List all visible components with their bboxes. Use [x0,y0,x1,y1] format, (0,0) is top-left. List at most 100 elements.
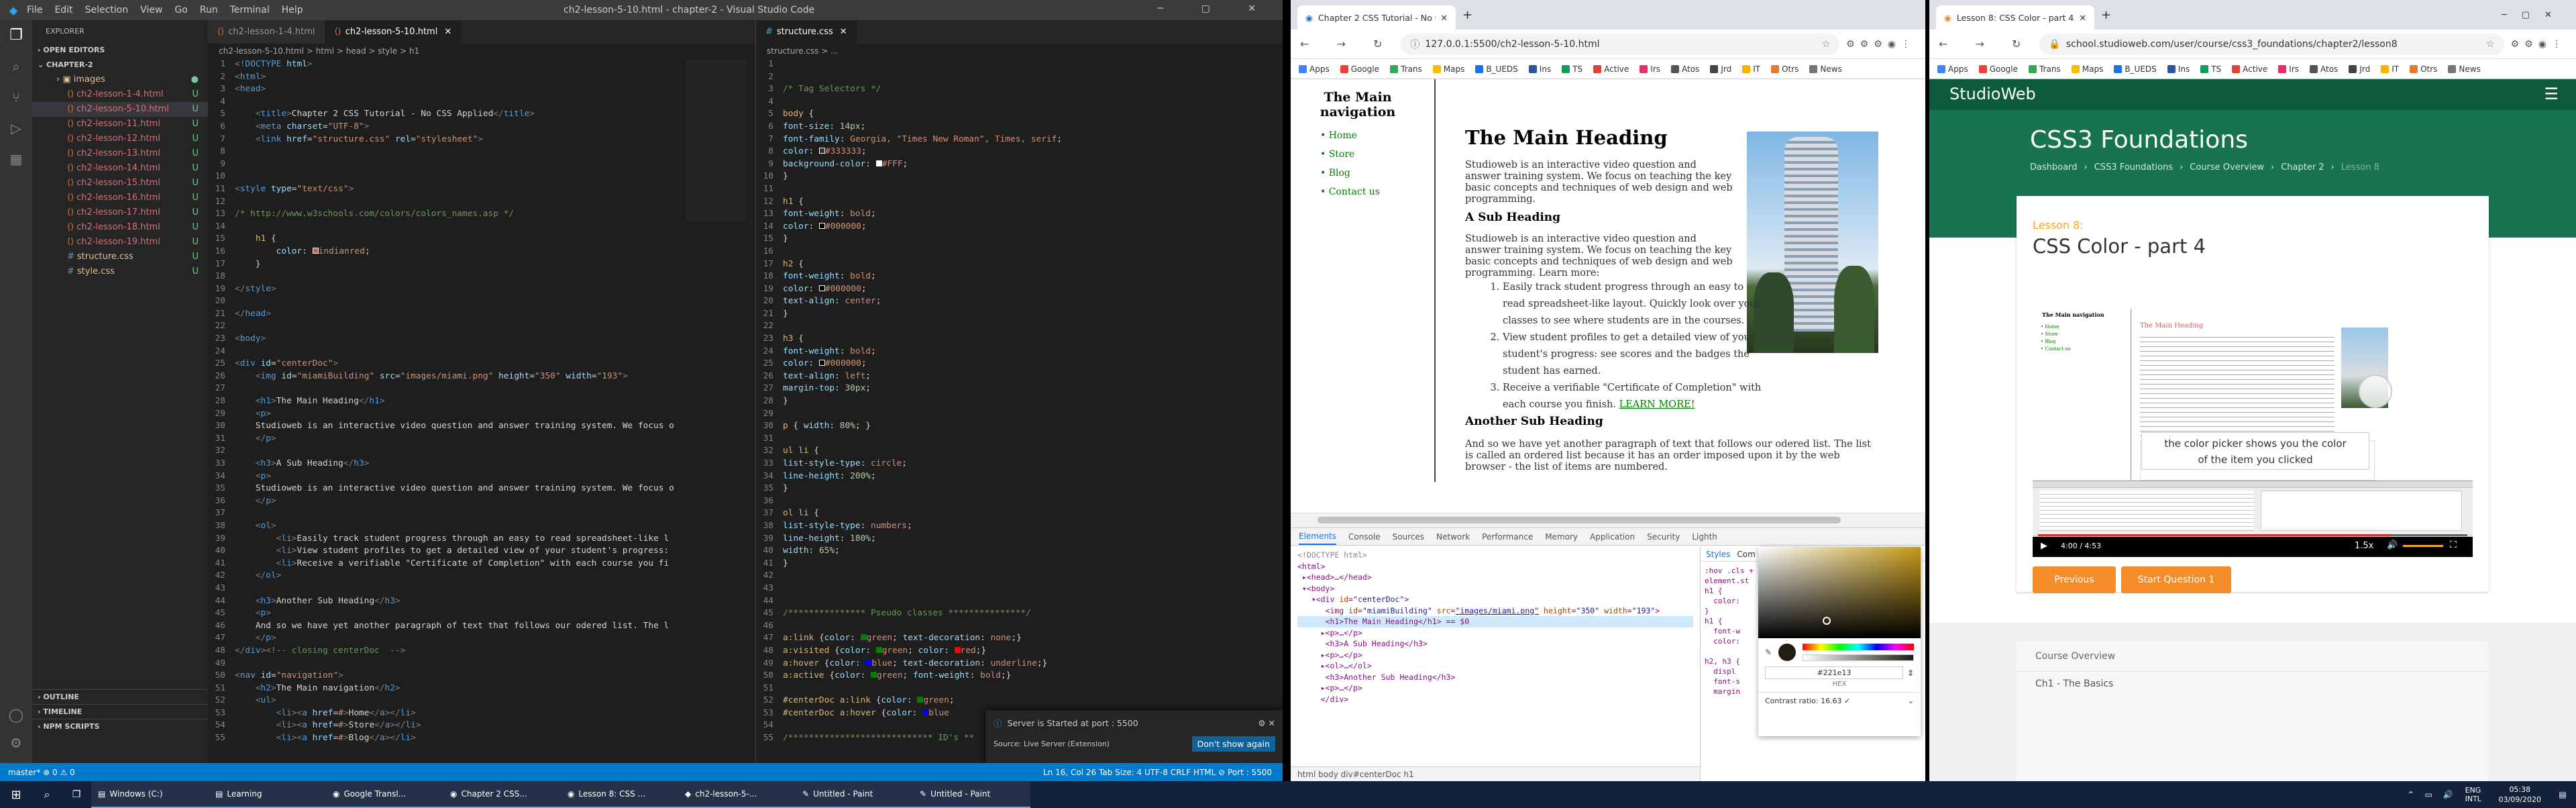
breadcrumb-right[interactable]: structure.css > ... [756,44,1283,58]
start-question-button[interactable]: Start Question 1 [2121,566,2231,593]
taskbar-item[interactable]: ▤ Windows (C:) [91,781,209,808]
fullscreen-icon[interactable]: ⛶ [2450,540,2457,550]
notification-gear-icon[interactable]: ⚙ ✕ [1258,718,1275,728]
folder-section[interactable]: ⌄ CHAPTER-2 [32,58,208,72]
bookmark-atos[interactable]: Atos [1671,64,1699,74]
elements-tree[interactable]: <!DOCTYPE html> <html> ▸<head>…</head> ▾… [1291,547,1700,748]
nav-link-blog[interactable]: • Blog [1291,164,1432,183]
devtools-tab-elements[interactable]: Elements [1299,529,1336,545]
bookmark-atos[interactable]: Atos [2310,64,2338,74]
menu-file[interactable]: File [27,5,42,15]
nav-link-store[interactable]: • Store [1291,145,1432,164]
bookmark-news[interactable]: News [2448,64,2481,74]
bookmark-irs[interactable]: Irs [1640,64,1660,74]
devtools-tab-console[interactable]: Console [1348,532,1381,542]
file-item[interactable]: ⟨⟩ ch2-lesson-16.html U [32,191,208,205]
new-tab-button[interactable]: + [2101,8,2111,22]
bookmark-star-icon[interactable]: ☆ [1822,39,1831,50]
open-editors-section[interactable]: › OPEN EDITORS [32,43,208,58]
menu-edit[interactable]: Edit [54,5,72,15]
taskbar-item[interactable]: ◆ ch2-lesson-5-... [678,781,796,808]
new-tab-button[interactable]: + [1462,8,1472,22]
file-item[interactable]: ⟨⟩ ch2-lesson-5-10.html U [32,102,208,117]
dont-show-again-button[interactable]: Don't show again [1191,736,1275,752]
bookmark-news[interactable]: News [1809,64,1842,74]
taskbar-item[interactable]: ✎ Untitled - Paint [796,781,913,808]
notifications-icon[interactable]: ▤ [2549,790,2576,799]
outline-section[interactable]: › OUTLINE [32,689,208,704]
taskbar-item[interactable]: ◉ Google Transl... [326,781,443,808]
task-view-icon[interactable]: ❐ [62,789,91,800]
tab-chapter-2-css[interactable]: ◉Chapter 2 CSS Tutorial - No CSS✕ [1297,5,1456,30]
code-editor-right[interactable]: 1 2 3/* Tag Selectors */ 4 5 body { 6 font… [756,58,1283,763]
window-controls[interactable]: ─▢✕ [2502,10,2567,20]
bookmark-apps[interactable]: Apps [1299,64,1330,74]
playback-speed[interactable]: 1.5x [2355,541,2373,551]
file-item[interactable]: ⟨⟩ ch2-lesson-12.html U [32,132,208,146]
play-icon[interactable]: ▶ [2041,541,2047,551]
extensions-icon[interactable]: ▦ [0,151,32,167]
taskbar-item[interactable]: ◉ Chapter 2 CSS... [443,781,561,808]
bookmark-ins[interactable]: Ins [1528,64,1551,74]
npm-scripts-section[interactable]: › NPM SCRIPTS [32,719,208,734]
code-editor-left[interactable]: 1 <!DOCTYPE html> 2 <html> 3 <head> 4 5 <ti… [208,58,755,763]
hamburger-menu-icon[interactable]: ☰ [2544,85,2559,103]
tab-structure-css[interactable]: # structure.css ✕ [756,20,857,44]
extension-icons[interactable]: ⚙⚙⚙◉⋮ [1846,39,1916,50]
tab-ch2-lesson-1-4[interactable]: ⟨⟩ ch2-lesson-1-4.html [208,20,325,44]
language-indicator[interactable]: ENG INTL [2465,786,2491,803]
page-horizontal-scrollbar[interactable] [1291,513,1925,527]
menu-view[interactable]: View [140,5,162,15]
breadcrumb-item[interactable]: Chapter 2 [2281,162,2324,172]
bookmark-google[interactable]: Google [1340,64,1379,74]
menu-run[interactable]: Run [200,5,218,15]
bookmark-ins[interactable]: Ins [2167,64,2190,74]
style-rules[interactable]: :hov .cls + element.st h1 { color: } h1 … [1705,566,1754,697]
debug-icon[interactable]: ▷ [0,120,32,136]
bookmark-google[interactable]: Google [1978,64,2018,74]
computed-tab[interactable]: Com [1737,550,1755,559]
file-item[interactable]: ⟨⟩ ch2-lesson-18.html U [32,220,208,235]
file-item[interactable]: # style.css U [32,264,208,279]
devtools-tab-performance[interactable]: Performance [1482,532,1533,542]
taskbar-item[interactable]: ◉ Lesson 8: CSS ... [561,781,678,808]
devtools-tab-application[interactable]: Application [1590,532,1635,542]
file-item[interactable]: ⟨⟩ ch2-lesson-14.html U [32,161,208,176]
color-picker[interactable]: ✎ #221e13 ⇕ HEX Contrast ratio: 16.63 ✓ ⌄ [1758,547,1921,736]
search-icon[interactable]: ⌕ [0,58,32,74]
bookmark-trans[interactable]: Trans [2029,64,2061,74]
file-item[interactable]: ⟨⟩ ch2-lesson-19.html U [32,235,208,250]
taskbar-item[interactable]: ✎ Untitled - Paint [913,781,1030,808]
bookmark-apps[interactable]: Apps [1937,64,1968,74]
bookmark-b-ueds[interactable]: B_UEDS [1475,64,1518,74]
bookmark-maps[interactable]: Maps [2071,64,2103,74]
bookmark-active[interactable]: Active [2232,64,2267,74]
contrast-ratio[interactable]: Contrast ratio: 16.63 ✓ [1765,697,1850,705]
nav-buttons[interactable]: ← → ↻ [1300,38,1394,50]
file-item[interactable]: ⟨⟩ ch2-lesson-11.html U [32,117,208,132]
devtools-tab-sources[interactable]: Sources [1393,532,1424,542]
hex-input[interactable]: #221e13 [1765,666,1903,679]
account-icon[interactable]: ◯ [0,707,32,723]
address-bar[interactable]: 🔒 school.studioweb.com/user/course/css3_f… [2039,33,2504,55]
search-icon[interactable]: ⌕ [32,788,62,801]
start-button-icon[interactable]: ⊞ [0,788,32,802]
bookmark-jrd[interactable]: Jrd [1710,64,1731,74]
menu-terminal[interactable]: Terminal [230,5,270,15]
folder-item[interactable]: › ▣ images ● [32,72,208,87]
file-item[interactable]: ⟨⟩ ch2-lesson-1-4.html U [32,87,208,102]
bookmark-trans[interactable]: Trans [1390,64,1422,74]
video-progress[interactable] [2038,534,2390,536]
chapter-item[interactable]: Ch1 - The Basics [2017,672,2489,696]
alpha-slider[interactable] [1803,654,1914,661]
bookmark-b-ueds[interactable]: B_UEDS [2114,64,2157,74]
address-bar[interactable]: ⓘ 127.0.0.1:5500/ch2-lesson-5-10.html ☆ [1401,33,1840,55]
window-controls[interactable]: ─ ▢ ✕ [1158,3,1273,14]
explorer-icon[interactable]: ❐ [0,27,32,44]
learn-more-link[interactable]: LEARN MORE! [1619,399,1695,410]
eyedropper-icon[interactable]: ✎ [1765,648,1772,657]
breadcrumb-left[interactable]: ch2-lesson-5-10.html > html > head > sty… [208,44,755,58]
tray-icons[interactable]: ⌃ ▭ 🔊 [2408,790,2457,799]
menu-help[interactable]: Help [282,5,303,15]
studioweb-logo[interactable]: StudioWeb [1949,85,2036,103]
